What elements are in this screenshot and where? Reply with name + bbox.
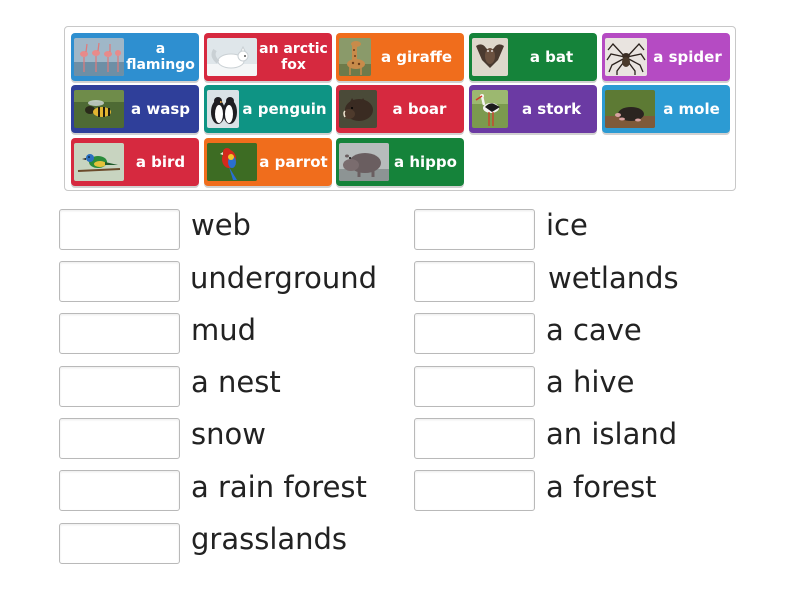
place-label-ice: ice [546,208,588,242]
tile-label: a wasp [131,99,190,118]
tile-wasp[interactable]: a wasp [71,85,199,133]
flamingo-icon [74,38,124,76]
drop-box-a-hive[interactable] [414,366,535,407]
tile-label: a mole [663,99,720,118]
bird-icon [74,143,124,181]
drop-box-an-island[interactable] [414,418,535,459]
tile-spider[interactable]: a spider [602,33,730,81]
bat-icon [472,38,508,76]
penguin-icon [207,90,239,128]
spider-icon [605,38,647,76]
boar-icon [339,90,377,128]
tile-label: a hippo [394,152,457,171]
drop-box-underground[interactable] [59,261,180,302]
drop-box-grasslands[interactable] [59,523,180,564]
tile-arctic-fox[interactable]: an arctic fox [204,33,332,81]
place-label-a-rain-forest: a rain forest [191,470,367,504]
tile-giraffe[interactable]: a giraffe [336,33,464,81]
drop-box-snow[interactable] [59,418,180,459]
parrot-icon [207,143,257,181]
drop-box-mud[interactable] [59,313,180,354]
place-label-grasslands: grasslands [191,522,348,556]
place-label-an-island: an island [546,417,678,451]
place-label-a-cave: a cave [546,313,642,347]
tile-label: a boar [392,99,447,118]
giraffe-icon [339,38,371,76]
tile-penguin[interactable]: a penguin [204,85,332,133]
tile-bird[interactable]: a bird [71,138,199,186]
tile-boar[interactable]: a boar [336,85,464,133]
place-label-a-hive: a hive [546,365,635,399]
tile-label: a penguin [242,99,327,118]
tile-label: a bird [135,152,186,171]
place-label-snow: snow [191,417,266,451]
place-label-underground: underground [190,261,378,295]
drop-box-wetlands[interactable] [414,261,535,302]
tile-label: a flamingo [126,41,195,73]
tile-label: an arctic fox [259,41,328,73]
tile-label: a parrot [259,152,328,171]
tile-label: a spider [653,47,722,66]
place-label-web: web [191,208,251,242]
stork-icon [472,90,508,128]
drop-box-ice[interactable] [414,209,535,250]
tile-bat[interactable]: a bat [469,33,597,81]
drop-box-a-cave[interactable] [414,313,535,354]
tile-mole[interactable]: a mole [602,85,730,133]
drop-box-a-forest[interactable] [414,470,535,511]
tile-stork[interactable]: a stork [469,85,597,133]
place-label-a-nest: a nest [191,365,281,399]
mole-icon [605,90,655,128]
drop-box-a-rain-forest[interactable] [59,470,180,511]
answer-tiles-panel: a flamingo an arctic fox a giraffe a bat… [64,26,736,191]
place-label-wetlands: wetlands [548,261,679,295]
wasp-icon [74,90,124,128]
drop-box-web[interactable] [59,209,180,250]
tile-parrot[interactable]: a parrot [204,138,332,186]
tile-label: a giraffe [380,47,453,66]
place-label-a-forest: a forest [546,470,657,504]
place-label-mud: mud [191,313,257,347]
tile-label: a bat [529,47,574,66]
drop-box-a-nest[interactable] [59,366,180,407]
tile-flamingo[interactable]: a flamingo [71,33,199,81]
tile-label: a stork [521,99,582,118]
tile-hippo[interactable]: a hippo [336,138,464,186]
hippo-icon [339,143,389,181]
arctic-fox-icon [207,38,257,76]
